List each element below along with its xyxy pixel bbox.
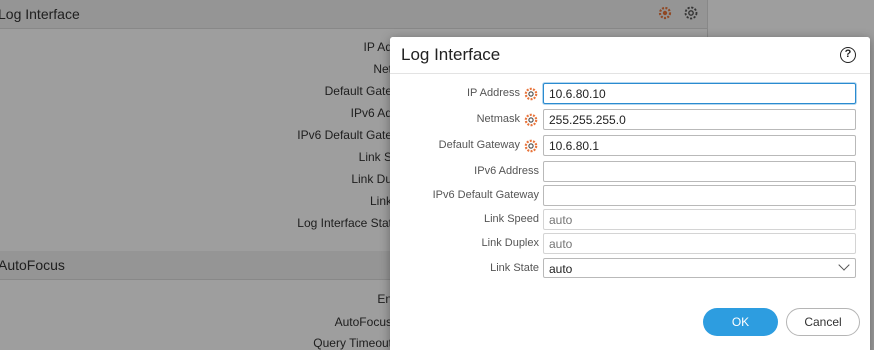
row-link-speed: Link Speed (390, 209, 870, 231)
row-link-state: Link State auto (390, 258, 870, 280)
row-link-duplex: Link Duplex (390, 233, 870, 255)
cancel-button[interactable]: Cancel (786, 308, 860, 336)
log-interface-dialog: Log Interface ? IP Address Netmask Defau… (390, 37, 870, 350)
ipv6-default-gateway-label: IPv6 Default Gateway (432, 189, 539, 201)
link-duplex-label: Link Duplex (481, 237, 539, 249)
ipv6-address-label: IPv6 Address (474, 165, 539, 177)
ok-button[interactable]: OK (703, 308, 778, 336)
link-speed-input (543, 209, 856, 230)
dialog-header: Log Interface ? (390, 37, 870, 74)
default-gateway-label: Default Gateway (438, 139, 520, 151)
ip-address-input[interactable] (543, 83, 856, 104)
row-ip-address: IP Address (390, 83, 870, 105)
link-speed-label: Link Speed (483, 213, 539, 225)
ipv6-default-gateway-input[interactable] (543, 185, 856, 206)
help-icon[interactable]: ? (840, 47, 856, 63)
template-gear-icon[interactable] (523, 138, 539, 154)
template-gear-icon[interactable] (523, 86, 539, 102)
default-gateway-input[interactable] (543, 135, 856, 156)
template-gear-icon[interactable] (523, 112, 539, 128)
ip-address-label: IP Address (467, 87, 520, 99)
chevron-down-icon (838, 259, 850, 271)
row-netmask: Netmask (390, 109, 870, 131)
row-ipv6-default-gateway: IPv6 Default Gateway (390, 185, 870, 207)
dialog-title: Log Interface (401, 45, 501, 64)
link-state-label: Link State (490, 262, 539, 274)
link-state-selected-value: auto (549, 262, 573, 276)
ipv6-address-input[interactable] (543, 161, 856, 182)
netmask-label: Netmask (476, 113, 520, 125)
row-ipv6-address: IPv6 Address (390, 161, 870, 183)
row-default-gateway: Default Gateway (390, 135, 870, 157)
link-duplex-input (543, 233, 856, 254)
link-state-select[interactable]: auto (543, 258, 856, 278)
netmask-input[interactable] (543, 109, 856, 130)
